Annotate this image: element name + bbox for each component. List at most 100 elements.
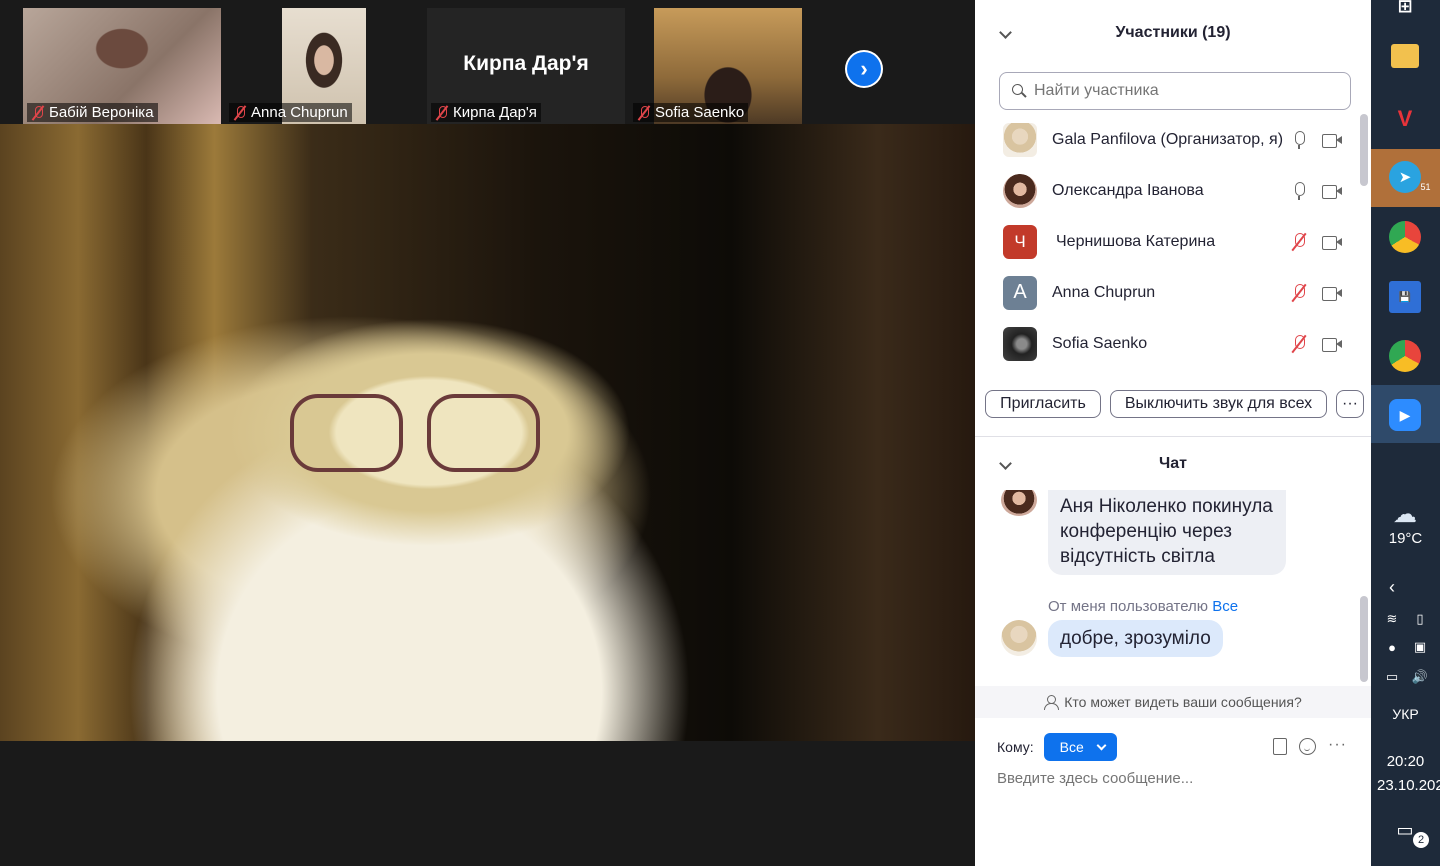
more-icon[interactable]: ··· [1328, 737, 1347, 755]
telegram-badge: 51 [1420, 182, 1431, 192]
participant-search-input[interactable] [1034, 82, 1324, 100]
avatar [1003, 122, 1037, 157]
participants-title: Участники (19) [1115, 24, 1231, 41]
participant-name: Anna Chuprun [1052, 283, 1156, 301]
my-avatar [1001, 620, 1037, 656]
chat-header: Чат [975, 449, 1371, 479]
clock-date[interactable]: 23.10.202 [1377, 777, 1440, 794]
participant-row[interactable]: Sofia Saenko [975, 318, 1355, 369]
microphone-muted-icon[interactable] [1292, 232, 1306, 251]
mute-all-button[interactable]: Выключить звук для всех [1110, 390, 1327, 418]
chat-messages: Аня Ніколенко покинула конференцію через… [975, 490, 1360, 685]
thumbnail-name: Sofia Saenko [655, 104, 745, 121]
file-icon[interactable] [1273, 738, 1287, 755]
vivaldi-icon[interactable]: V [1389, 103, 1421, 135]
chat-meta-recipient[interactable]: Все [1212, 598, 1238, 615]
thumbnail-name: Кирпа Дар'я [453, 104, 537, 121]
thumbnail-strip: Бабій Вероніка Anna Chuprun Кирпа Дар'я … [0, 4, 975, 124]
wifi-icon[interactable]: ≋ [1383, 610, 1401, 628]
thumbnail-chuprun[interactable]: Anna Chuprun [225, 8, 423, 124]
avatar-letter: A [1013, 281, 1027, 303]
microphone-icon[interactable] [1292, 130, 1306, 149]
video-area: Бабій Вероніка Anna Chuprun Кирпа Дар'я … [0, 0, 975, 866]
save-app-icon[interactable]: 💾 [1389, 281, 1421, 313]
thumbnail-label: Бабій Вероніка [27, 103, 158, 122]
chrome-icon[interactable] [1389, 340, 1421, 372]
avatar-letter: Ч [1014, 231, 1026, 251]
video-camera-icon[interactable] [1322, 133, 1342, 148]
speaker-glasses [290, 394, 540, 472]
thumbnail-kyrpa[interactable]: Кирпа Дар'я Кирпа Дар'я [427, 8, 625, 124]
video-camera-icon[interactable] [1322, 235, 1342, 250]
thumbnail-label: Sofia Saenko [633, 103, 749, 122]
mic-muted-icon [435, 105, 449, 121]
participant-row[interactable]: Gala Panfilova (Организатор, я) [975, 114, 1355, 165]
participant-row[interactable]: Ч Чернишова Катерина [975, 216, 1355, 267]
recipient-value: Все [1059, 739, 1084, 755]
participant-row[interactable]: A Anna Chuprun [975, 267, 1355, 318]
microphone-muted-icon[interactable] [1292, 334, 1306, 353]
mic-muted-icon [233, 105, 247, 121]
recipient-select[interactable]: Все [1043, 733, 1117, 761]
more-options-button[interactable]: ··· [1336, 390, 1364, 418]
emoji-icon[interactable] [1299, 738, 1316, 755]
zoom-icon[interactable]: ▶ [1389, 399, 1421, 431]
microphone-muted-icon[interactable] [1292, 283, 1306, 302]
who-can-see-text: Кто может видеть ваши сообщения? [1064, 694, 1302, 710]
video-camera-icon[interactable] [1322, 286, 1342, 301]
mic-muted-icon [637, 105, 651, 121]
thumbnail-name: Бабій Вероніка [49, 104, 154, 121]
chevron-left-icon[interactable]: ‹ [1383, 577, 1401, 597]
zoom-window: Бабій Вероніка Anna Chuprun Кирпа Дар'я … [0, 0, 1440, 866]
participant-search[interactable] [999, 72, 1351, 110]
participant-row[interactable]: Олександра Іванова [975, 165, 1355, 216]
avatar: A [1003, 275, 1037, 310]
speaker-volume-icon[interactable]: 🔊 [1411, 668, 1429, 686]
person-icon [1044, 695, 1060, 710]
weather-temperature[interactable]: 19°C [1371, 530, 1440, 547]
mic-muted-icon [31, 105, 45, 121]
avatar: Ч [1003, 224, 1037, 259]
chat-meta-prefix: От меня пользователю [1048, 598, 1209, 615]
collapse-participants-chevron-icon[interactable] [999, 28, 1011, 40]
chat-message: Аня Ніколенко покинула конференцію через… [1048, 490, 1286, 575]
video-camera-icon[interactable] [1322, 337, 1342, 352]
participant-name: Gala Panfilova (Организатор, я) [1052, 130, 1284, 148]
chat-message-meta: От меня пользователю Все [1048, 598, 1238, 615]
chevron-right-icon: › [847, 52, 881, 86]
avatar [1003, 326, 1037, 361]
phone-link-icon[interactable]: ▯ [1411, 610, 1429, 628]
recipient-row: Кому: Все [997, 733, 1117, 761]
search-icon [1012, 84, 1026, 98]
thumbnail-label: Anna Chuprun [229, 103, 352, 122]
sender-avatar [1001, 490, 1037, 516]
screen-share-icon[interactable]: ▣ [1411, 638, 1429, 656]
windows-start-icon[interactable]: ⊞ [1389, 0, 1421, 22]
active-speaker-video [0, 124, 975, 741]
cloud-weather-icon[interactable]: ☁ [1389, 498, 1421, 530]
collapse-chat-chevron-icon[interactable] [999, 459, 1011, 471]
next-page-button[interactable]: › [845, 50, 883, 88]
participant-name: Олександра Іванова [1052, 181, 1204, 199]
thumbnail-label: Кирпа Дар'я [431, 103, 541, 122]
chat-scrollbar[interactable] [1360, 596, 1368, 682]
file-explorer-icon[interactable] [1391, 44, 1419, 68]
who-can-see-link[interactable]: Кто может видеть ваши сообщения? [975, 686, 1371, 718]
chrome-profile-icon[interactable] [1389, 221, 1421, 253]
invite-button[interactable]: Пригласить [985, 390, 1101, 418]
microphone-icon[interactable] [1292, 181, 1306, 200]
participant-name: Чернишова Катерина [1056, 232, 1216, 250]
clock-time[interactable]: 20:20 [1371, 753, 1440, 770]
participant-list-scrollbar[interactable] [1360, 114, 1368, 186]
chat-message-input[interactable] [997, 770, 1347, 787]
panel-divider [975, 436, 1371, 437]
thumbnail-babii[interactable]: Бабій Вероніка [23, 8, 221, 124]
notifications-badge: 2 [1413, 832, 1429, 848]
recipient-label: Кому: [997, 739, 1034, 755]
battery-icon[interactable]: ▭ [1383, 668, 1401, 686]
thumbnail-saenko[interactable]: Sofia Saenko [629, 8, 827, 124]
keyboard-language[interactable]: УКР [1371, 706, 1440, 722]
microphone-tray-icon[interactable]: ● [1383, 638, 1401, 656]
video-camera-icon[interactable] [1322, 184, 1342, 199]
thumbnail-big-name: Кирпа Дар'я [463, 52, 589, 75]
